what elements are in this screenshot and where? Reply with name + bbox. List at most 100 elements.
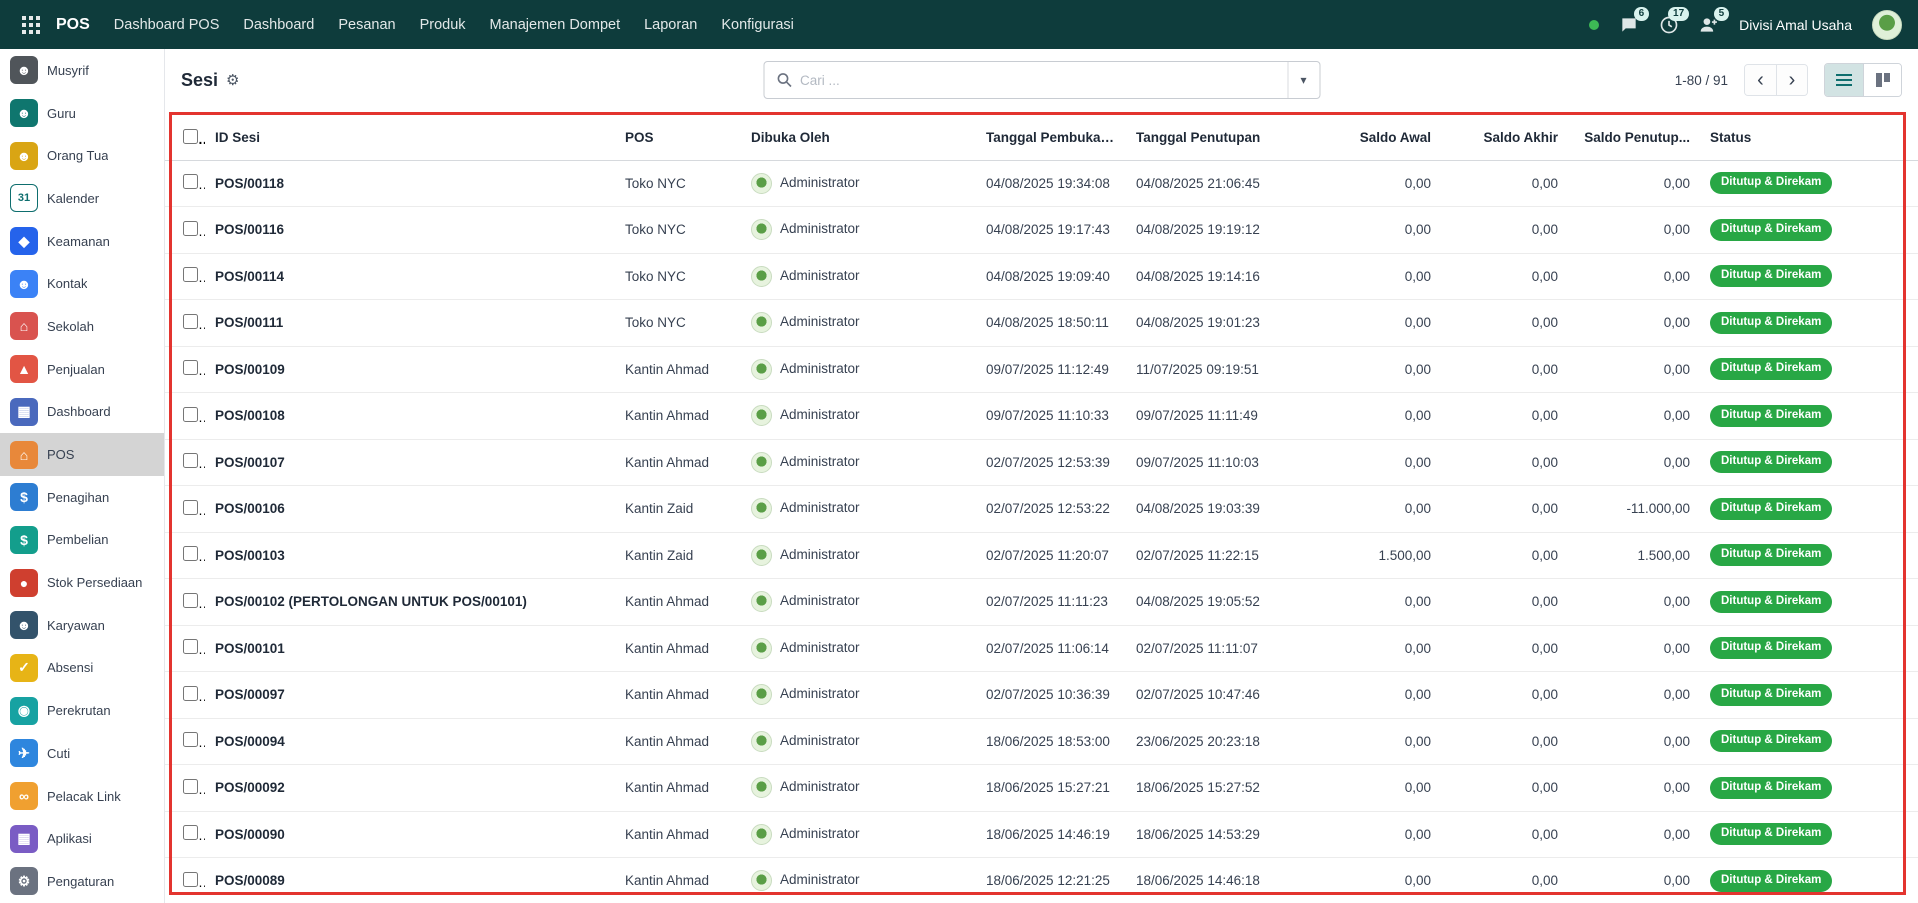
column-header-pos[interactable]: POS	[615, 116, 741, 160]
status-badge: Ditutup & Direkam	[1710, 730, 1832, 752]
nav-menu-dashboard-pos[interactable]: Dashboard POS	[102, 0, 232, 49]
nav-menu-konfigurasi[interactable]: Konfigurasi	[709, 0, 806, 49]
row-checkbox[interactable]	[183, 546, 198, 561]
search-input[interactable]	[800, 62, 1287, 98]
session-id: POS/00097	[205, 672, 615, 719]
table-row[interactable]: POS/00118Toko NYCAdministrator04/08/2025…	[165, 160, 1918, 207]
column-header-tanggal-penutupan[interactable]: Tanggal Penutupan	[1126, 116, 1291, 160]
sidebar-item-kontak[interactable]: ☻Kontak	[0, 262, 164, 305]
sidebar-item-penjualan[interactable]: ▲Penjualan	[0, 348, 164, 391]
sidebar-item-label: Orang Tua	[47, 148, 108, 163]
search-dropdown-caret-icon[interactable]: ▾	[1287, 62, 1319, 98]
row-checkbox[interactable]	[183, 872, 198, 887]
column-header-id-sesi[interactable]: ID Sesi	[205, 116, 615, 160]
user-avatar	[751, 777, 772, 798]
table-row[interactable]: POS/00108Kantin AhmadAdministrator09/07/…	[165, 393, 1918, 440]
row-checkbox[interactable]	[183, 174, 198, 189]
pos-name: Kantin Ahmad	[615, 625, 741, 672]
app-brand[interactable]: POS	[56, 16, 90, 34]
pos-name: Kantin Ahmad	[615, 579, 741, 626]
sidebar-item-cuti[interactable]: ✈Cuti	[0, 732, 164, 775]
sidebar-item-kalender[interactable]: 31Kalender	[0, 177, 164, 220]
column-header-tanggal-pembukaan[interactable]: Tanggal Pembukaan	[976, 116, 1126, 160]
pos-name: Kantin Ahmad	[615, 346, 741, 393]
table-row[interactable]: POS/00116Toko NYCAdministrator04/08/2025…	[165, 207, 1918, 254]
user-avatar-menu[interactable]	[1872, 10, 1902, 40]
select-all-checkbox[interactable]	[183, 129, 198, 144]
table-row[interactable]: POS/00101Kantin AhmadAdministrator02/07/…	[165, 625, 1918, 672]
company-switcher[interactable]: Divisi Amal Usaha	[1739, 17, 1852, 33]
table-row[interactable]: POS/00102 (PERTOLONGAN UNTUK POS/00101)K…	[165, 579, 1918, 626]
apps-grid-icon[interactable]	[14, 0, 48, 49]
row-checkbox[interactable]	[183, 639, 198, 654]
row-checkbox[interactable]	[183, 360, 198, 375]
kanban-view-button[interactable]	[1863, 64, 1901, 96]
actions-gear-icon[interactable]: ⚙	[226, 73, 239, 88]
sidebar-item-karyawan[interactable]: ☻Karyawan	[0, 604, 164, 647]
user-name: Administrator	[780, 361, 860, 376]
table-row[interactable]: POS/00107Kantin AhmadAdministrator02/07/…	[165, 439, 1918, 486]
row-checkbox[interactable]	[183, 593, 198, 608]
column-header-status[interactable]: Status	[1700, 116, 1918, 160]
row-checkbox[interactable]	[183, 453, 198, 468]
column-header-saldo-awal[interactable]: Saldo Awal	[1291, 116, 1441, 160]
search-bar: ▾	[763, 61, 1320, 99]
nav-menu-pesanan[interactable]: Pesanan	[326, 0, 407, 49]
row-checkbox[interactable]	[183, 500, 198, 515]
sidebar-item-dashboard[interactable]: ▦Dashboard	[0, 391, 164, 434]
sidebar-item-pengaturan[interactable]: ⚙Pengaturan	[0, 860, 164, 903]
sidebar-item-penagihan[interactable]: $Penagihan	[0, 476, 164, 519]
column-header-saldo-penutup[interactable]: Saldo Penutup...	[1568, 116, 1700, 160]
sidebar-item-stok-persediaan[interactable]: ●Stok Persediaan	[0, 561, 164, 604]
opened-by-cell: Administrator	[741, 718, 976, 765]
activities-clock-icon[interactable]: 17	[1659, 15, 1679, 35]
nav-menu-laporan[interactable]: Laporan	[632, 0, 709, 49]
table-row[interactable]: POS/00090Kantin AhmadAdministrator18/06/…	[165, 811, 1918, 858]
user-invite-icon[interactable]: 5	[1699, 15, 1719, 35]
table-row[interactable]: POS/00106Kantin ZaidAdministrator02/07/2…	[165, 486, 1918, 533]
table-row[interactable]: POS/00094Kantin AhmadAdministrator18/06/…	[165, 718, 1918, 765]
sidebar-item-guru[interactable]: ☻Guru	[0, 92, 164, 135]
table-row[interactable]: POS/00111Toko NYCAdministrator04/08/2025…	[165, 300, 1918, 347]
sidebar-item-absensi[interactable]: ✓Absensi	[0, 647, 164, 690]
sidebar-item-aplikasi[interactable]: ▦Aplikasi	[0, 817, 164, 860]
table-row[interactable]: POS/00103Kantin ZaidAdministrator02/07/2…	[165, 532, 1918, 579]
messages-icon[interactable]: 6	[1619, 15, 1639, 35]
sidebar-item-perekrutan[interactable]: ◉Perekrutan	[0, 689, 164, 732]
opened-by-cell: Administrator	[741, 160, 976, 207]
row-checkbox[interactable]	[183, 221, 198, 236]
table-row[interactable]: POS/00109Kantin AhmadAdministrator09/07/…	[165, 346, 1918, 393]
list-view-button[interactable]	[1825, 64, 1863, 96]
sidebar-item-orang-tua[interactable]: ☻Orang Tua	[0, 134, 164, 177]
nav-menu-dashboard[interactable]: Dashboard	[231, 0, 326, 49]
sidebar-item-pembelian[interactable]: $Pembelian	[0, 519, 164, 562]
main-content: Sesi ⚙ ▾ 1-80 / 91 ‹ ›	[165, 49, 1918, 903]
saldo-akhir: 0,00	[1441, 765, 1568, 812]
row-select-cell	[165, 532, 205, 579]
sidebar-item-keamanan[interactable]: ◆Keamanan	[0, 220, 164, 263]
saldo-awal: 0,00	[1291, 811, 1441, 858]
table-row[interactable]: POS/00114Toko NYCAdministrator04/08/2025…	[165, 253, 1918, 300]
table-row[interactable]: POS/00097Kantin AhmadAdministrator02/07/…	[165, 672, 1918, 719]
pager-previous-icon[interactable]: ‹	[1745, 65, 1776, 95]
row-checkbox[interactable]	[183, 825, 198, 840]
cuti-icon: ✈	[10, 739, 38, 767]
pager-next-icon[interactable]: ›	[1776, 65, 1807, 95]
sidebar-item-musyrif[interactable]: ☻Musyrif	[0, 49, 164, 92]
row-checkbox[interactable]	[183, 267, 198, 282]
table-row[interactable]: POS/00092Kantin AhmadAdministrator18/06/…	[165, 765, 1918, 812]
column-header-saldo-akhir[interactable]: Saldo Akhir	[1441, 116, 1568, 160]
sidebar-item-pelacak-link[interactable]: ∞Pelacak Link	[0, 775, 164, 818]
sidebar-item-pos[interactable]: ⌂POS	[0, 433, 164, 476]
row-checkbox[interactable]	[183, 407, 198, 422]
table-row[interactable]: POS/00089Kantin AhmadAdministrator18/06/…	[165, 858, 1918, 903]
nav-menu-produk[interactable]: Produk	[408, 0, 478, 49]
row-checkbox[interactable]	[183, 779, 198, 794]
row-checkbox[interactable]	[183, 686, 198, 701]
saldo-penutup: 0,00	[1568, 625, 1700, 672]
row-checkbox[interactable]	[183, 314, 198, 329]
column-header-dibuka-oleh[interactable]: Dibuka Oleh	[741, 116, 976, 160]
nav-menu-manajemen-dompet[interactable]: Manajemen Dompet	[478, 0, 633, 49]
row-checkbox[interactable]	[183, 732, 198, 747]
sidebar-item-sekolah[interactable]: ⌂Sekolah	[0, 305, 164, 348]
